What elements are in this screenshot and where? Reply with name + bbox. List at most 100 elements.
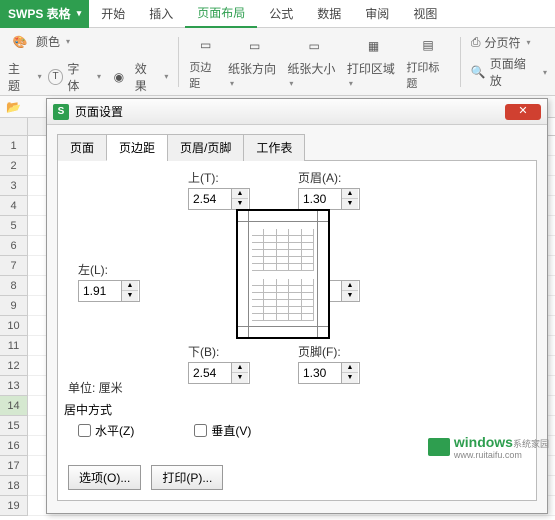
label-left: 左(L): bbox=[78, 261, 108, 278]
dialog-titlebar: S 页面设置 ✕ bbox=[47, 99, 547, 125]
ribbon-orientation[interactable]: ▭ 纸张方向▾ bbox=[228, 34, 281, 89]
ribbon-divider bbox=[178, 37, 179, 87]
print-button[interactable]: 打印(P)... bbox=[151, 465, 223, 490]
unit-label: 单位: 厘米 bbox=[68, 379, 123, 396]
input-top[interactable] bbox=[189, 192, 231, 206]
ribbon-font[interactable]: T 字体▾ bbox=[48, 58, 101, 96]
ribbon-printtitle[interactable]: ▤ 打印标题 bbox=[406, 33, 450, 91]
spin-down-icon[interactable]: ▼ bbox=[342, 199, 358, 209]
row-header[interactable]: 14 bbox=[0, 396, 28, 416]
chevron-down-icon: ▾ bbox=[77, 8, 82, 19]
check-vertical[interactable]: 垂直(V) bbox=[194, 422, 251, 439]
menu-start[interactable]: 开始 bbox=[89, 0, 137, 28]
dialog-tabs: 页面 页边距 页眉/页脚 工作表 bbox=[57, 133, 537, 161]
ribbon-printarea[interactable]: ▦ 打印区域▾ bbox=[347, 34, 400, 89]
tab-margins[interactable]: 页边距 bbox=[106, 134, 168, 161]
row-headers: 12345678910111213141516171819 bbox=[0, 136, 28, 516]
ribbon: 🎨 颜色▾ 主题▾ T 字体▾ ◉ 效果▾ ▭ 页边距 ▭ bbox=[0, 28, 555, 96]
papersize-icon: ▭ bbox=[302, 34, 326, 58]
font-icon: T bbox=[48, 69, 64, 85]
row-header[interactable]: 3 bbox=[0, 176, 28, 196]
row-header[interactable]: 16 bbox=[0, 436, 28, 456]
ribbon-theme[interactable]: 主题▾ bbox=[8, 58, 42, 96]
close-button[interactable]: ✕ bbox=[505, 104, 541, 120]
row-header[interactable]: 7 bbox=[0, 256, 28, 276]
ribbon-pagebreak[interactable]: ⎙ 分页符▾ bbox=[471, 34, 547, 51]
row-header[interactable]: 6 bbox=[0, 236, 28, 256]
col-corner[interactable] bbox=[0, 118, 28, 135]
label-header: 页眉(A): bbox=[298, 169, 341, 186]
label-footer: 页脚(F): bbox=[298, 343, 341, 360]
row-header[interactable]: 4 bbox=[0, 196, 28, 216]
spin-down-icon[interactable]: ▼ bbox=[232, 199, 248, 209]
row-header[interactable]: 1 bbox=[0, 136, 28, 156]
check-horizontal[interactable]: 水平(Z) bbox=[78, 422, 134, 439]
spin-down-icon[interactable]: ▼ bbox=[122, 291, 138, 301]
app-badge[interactable]: S WPS 表格 ▾ bbox=[0, 0, 89, 28]
printarea-icon: ▦ bbox=[362, 34, 386, 58]
spin-up-icon[interactable]: ▲ bbox=[342, 363, 358, 373]
pagezoom-icon: 🔍 bbox=[471, 65, 486, 79]
spin-left[interactable]: ▲▼ bbox=[78, 280, 140, 302]
watermark: windows系统家园 www.ruitaifu.com bbox=[428, 434, 549, 460]
label-top: 上(T): bbox=[188, 169, 219, 186]
label-bottom: 下(B): bbox=[188, 343, 219, 360]
menu-pagelayout[interactable]: 页面布局 bbox=[185, 0, 257, 28]
checkbox-horizontal[interactable] bbox=[78, 424, 91, 437]
row-header[interactable]: 8 bbox=[0, 276, 28, 296]
app-logo-icon: S bbox=[8, 7, 16, 21]
spin-footer[interactable]: ▲▼ bbox=[298, 362, 360, 384]
ribbon-color[interactable]: 🎨 颜色▾ bbox=[8, 28, 168, 56]
ribbon-pagezoom[interactable]: 🔍 页面缩放▾ bbox=[471, 55, 547, 89]
orientation-icon: ▭ bbox=[243, 34, 267, 58]
effect-icon: ◉ bbox=[107, 65, 131, 89]
spin-down-icon[interactable]: ▼ bbox=[342, 291, 358, 301]
input-header[interactable] bbox=[299, 192, 341, 206]
spin-top[interactable]: ▲▼ bbox=[188, 188, 250, 210]
checkbox-vertical[interactable] bbox=[194, 424, 207, 437]
ribbon-theme-group: 🎨 颜色▾ 主题▾ T 字体▾ ◉ 效果▾ bbox=[8, 28, 168, 96]
ribbon-effect[interactable]: ◉ 效果▾ bbox=[107, 58, 168, 96]
options-button[interactable]: 选项(O)... bbox=[68, 465, 141, 490]
page-preview bbox=[236, 209, 330, 339]
menu-insert[interactable]: 插入 bbox=[137, 0, 185, 28]
spin-up-icon[interactable]: ▲ bbox=[342, 189, 358, 199]
printtitle-icon: ▤ bbox=[416, 33, 440, 57]
spin-up-icon[interactable]: ▲ bbox=[232, 189, 248, 199]
margins-icon: ▭ bbox=[194, 33, 218, 57]
row-header[interactable]: 10 bbox=[0, 316, 28, 336]
row-header[interactable]: 2 bbox=[0, 156, 28, 176]
ribbon-size[interactable]: ▭ 纸张大小▾ bbox=[287, 34, 340, 89]
row-header[interactable]: 18 bbox=[0, 476, 28, 496]
watermark-flag-icon bbox=[428, 438, 450, 456]
input-footer[interactable] bbox=[299, 366, 341, 380]
input-left[interactable] bbox=[79, 284, 121, 298]
input-bottom[interactable] bbox=[189, 366, 231, 380]
row-header[interactable]: 15 bbox=[0, 416, 28, 436]
spin-up-icon[interactable]: ▲ bbox=[342, 281, 358, 291]
row-header[interactable]: 11 bbox=[0, 336, 28, 356]
ribbon-right: ⎙ 分页符▾ 🔍 页面缩放▾ bbox=[471, 34, 547, 89]
menu-view[interactable]: 视图 bbox=[401, 0, 449, 28]
open-icon[interactable]: 📂 bbox=[6, 100, 21, 114]
row-header[interactable]: 13 bbox=[0, 376, 28, 396]
pagebreak-icon: ⎙ bbox=[471, 35, 481, 50]
spin-down-icon[interactable]: ▼ bbox=[342, 373, 358, 383]
tab-page[interactable]: 页面 bbox=[57, 134, 107, 161]
row-header[interactable]: 17 bbox=[0, 456, 28, 476]
row-header[interactable]: 19 bbox=[0, 496, 28, 516]
row-header[interactable]: 9 bbox=[0, 296, 28, 316]
tab-worksheet[interactable]: 工作表 bbox=[243, 134, 305, 161]
spin-bottom[interactable]: ▲▼ bbox=[188, 362, 250, 384]
spin-down-icon[interactable]: ▼ bbox=[232, 373, 248, 383]
spin-up-icon[interactable]: ▲ bbox=[122, 281, 138, 291]
spin-header[interactable]: ▲▼ bbox=[298, 188, 360, 210]
spin-up-icon[interactable]: ▲ bbox=[232, 363, 248, 373]
menu-data[interactable]: 数据 bbox=[305, 0, 353, 28]
ribbon-margins[interactable]: ▭ 页边距 bbox=[189, 33, 222, 91]
row-header[interactable]: 5 bbox=[0, 216, 28, 236]
menu-review[interactable]: 审阅 bbox=[353, 0, 401, 28]
tab-headerfooter[interactable]: 页眉/页脚 bbox=[167, 134, 244, 161]
row-header[interactable]: 12 bbox=[0, 356, 28, 376]
menu-formula[interactable]: 公式 bbox=[257, 0, 305, 28]
